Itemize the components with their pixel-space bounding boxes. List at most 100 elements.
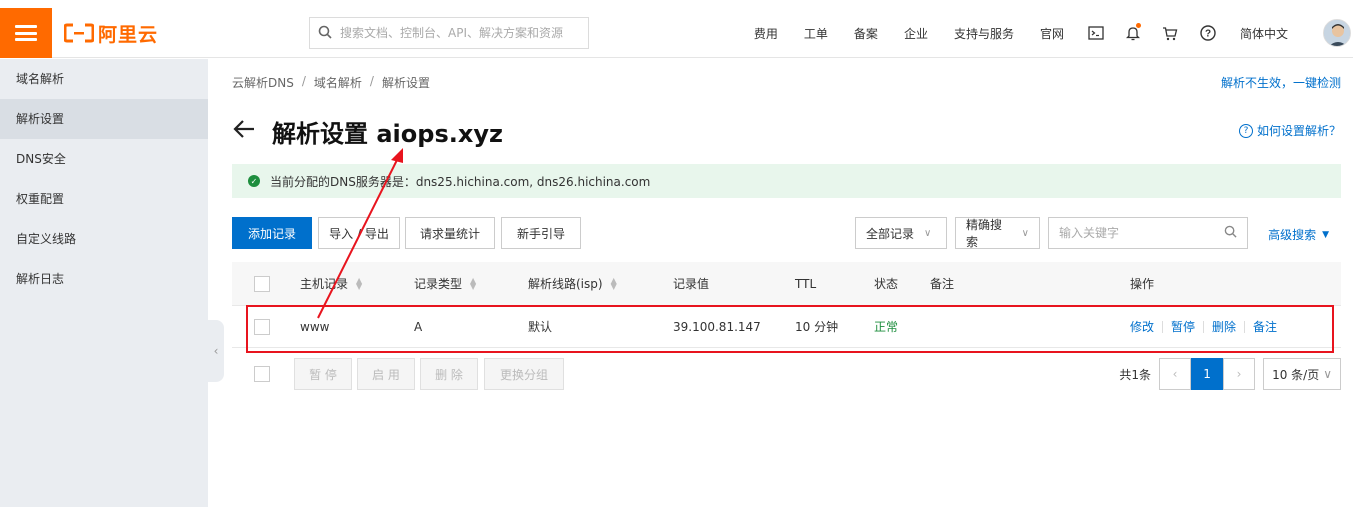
next-page-button[interactable]: › bbox=[1223, 358, 1256, 390]
language-switch[interactable]: 简体中文 bbox=[1227, 25, 1301, 42]
chevron-down-icon: ∨ bbox=[1021, 227, 1029, 239]
add-record-button[interactable]: 添加记录 bbox=[232, 217, 312, 249]
prev-page-button[interactable]: ‹ bbox=[1159, 358, 1192, 390]
aliyun-logo-icon bbox=[64, 23, 94, 43]
how-to-configure-link[interactable]: ? 如何设置解析？ bbox=[1238, 122, 1341, 139]
column-ttl: TTL bbox=[795, 276, 817, 291]
cell-status: 正常 bbox=[874, 320, 899, 334]
sidebar: 域名解析 解析设置 DNS安全 权重配置 自定义线路 解析日志 bbox=[0, 59, 208, 507]
terminal-icon[interactable] bbox=[1077, 26, 1115, 40]
row-actions: 修改 暂停 删除 备注 bbox=[1130, 306, 1277, 347]
delete-link[interactable]: 删除 bbox=[1212, 318, 1236, 335]
page-title: 解析设置 aiops.xyz bbox=[272, 120, 503, 148]
footer-select-all-checkbox[interactable] bbox=[254, 366, 270, 382]
breadcrumb-item: 解析设置 bbox=[381, 76, 430, 90]
breadcrumb-item[interactable]: 云解析DNS bbox=[232, 74, 294, 91]
column-status: 状态 bbox=[874, 277, 899, 291]
nav-icp[interactable]: 备案 bbox=[841, 25, 891, 42]
help-link-label: 如何设置解析？ bbox=[1256, 124, 1341, 138]
nav-fees[interactable]: 费用 bbox=[741, 25, 791, 42]
search-mode-select[interactable]: 精确搜索 ∨ bbox=[955, 217, 1040, 249]
column-line[interactable]: 解析线路(isp) ▲ ▼ bbox=[528, 262, 617, 305]
chevron-down-icon: ∨ bbox=[924, 227, 932, 239]
cell-host: www bbox=[300, 319, 330, 334]
page-number[interactable]: 1 bbox=[1191, 358, 1224, 390]
pagination: 共1条 ‹ 1 › 10 条/页 ∨ bbox=[1119, 358, 1341, 390]
cart-icon[interactable] bbox=[1151, 26, 1189, 41]
keyword-input[interactable] bbox=[1059, 226, 1209, 240]
search-mode-value: 精确搜索 bbox=[966, 218, 1003, 249]
sidebar-item-domain-resolution[interactable]: 域名解析 bbox=[0, 59, 208, 99]
table-row: www A 默认 39.100.81.147 10 分钟 正常 修改 暂停 删除… bbox=[232, 306, 1341, 348]
global-search-input[interactable] bbox=[340, 26, 580, 40]
batch-enable-button[interactable]: 启 用 bbox=[357, 358, 415, 390]
back-arrow-icon[interactable] bbox=[232, 118, 256, 145]
row-checkbox[interactable] bbox=[254, 318, 270, 335]
import-export-button[interactable]: 导入 / 导出 bbox=[318, 217, 400, 249]
column-host[interactable]: 主机记录 ▲ ▼ bbox=[300, 262, 362, 305]
cell-line: 默认 bbox=[528, 320, 553, 334]
sidebar-item-resolution-log[interactable]: 解析日志 bbox=[0, 259, 208, 299]
search-icon[interactable] bbox=[1224, 225, 1237, 241]
record-filter-value: 全部记录 bbox=[866, 226, 915, 241]
breadcrumb: 云解析DNS / 域名解析 / 解析设置 bbox=[232, 74, 430, 91]
note-link[interactable]: 备注 bbox=[1253, 318, 1277, 335]
notice-text: 当前分配的DNS服务器是：dns25.hichina.com, dns26.hi… bbox=[270, 174, 651, 189]
cell-value: 39.100.81.147 bbox=[673, 319, 761, 334]
global-search[interactable] bbox=[309, 17, 589, 49]
caret-down-icon: ▼ bbox=[1322, 229, 1329, 240]
menu-button[interactable] bbox=[0, 8, 52, 58]
batch-delete-button[interactable]: 删 除 bbox=[420, 358, 478, 390]
sidebar-collapse-button[interactable]: ‹ bbox=[208, 320, 224, 382]
nav-support[interactable]: 支持与服务 bbox=[941, 25, 1027, 42]
hamburger-icon bbox=[15, 25, 37, 41]
sidebar-item-resolution-settings[interactable]: 解析设置 bbox=[0, 99, 208, 139]
advanced-search-link[interactable]: 高级搜索 ▼ bbox=[1268, 226, 1329, 243]
breadcrumb-item[interactable]: 域名解析 bbox=[314, 74, 362, 91]
select-all-checkbox[interactable] bbox=[254, 275, 270, 292]
column-note: 备注 bbox=[930, 277, 955, 291]
check-circle-icon: ✓ bbox=[248, 175, 260, 187]
nav-tickets[interactable]: 工单 bbox=[791, 25, 841, 42]
toolbar: 添加记录 导入 / 导出 请求量统计 新手引导 全部记录 ∨ 精确搜索 ∨ 高级… bbox=[232, 217, 1341, 251]
nav-website[interactable]: 官网 bbox=[1027, 25, 1077, 42]
one-click-check-link[interactable]: 解析不生效，一键检测 bbox=[1221, 74, 1341, 91]
table-footer: 暂 停 启 用 删 除 更换分组 共1条 ‹ 1 › 10 条/页 ∨ bbox=[232, 358, 1341, 392]
batch-pause-button[interactable]: 暂 停 bbox=[294, 358, 352, 390]
svg-text:?: ? bbox=[1205, 29, 1211, 40]
top-bar: 阿里云 费用 工单 备案 企业 支持与服务 官网 ? 简体中文 bbox=[0, 8, 1353, 58]
search-icon bbox=[318, 25, 332, 42]
chevron-down-icon: ∨ bbox=[1323, 367, 1332, 381]
sort-icon: ▲ ▼ bbox=[610, 275, 617, 291]
beginner-guide-button[interactable]: 新手引导 bbox=[501, 217, 581, 249]
pause-link[interactable]: 暂停 bbox=[1171, 318, 1195, 335]
sort-icon: ▲ ▼ bbox=[470, 275, 477, 291]
column-type[interactable]: 记录类型 ▲ ▼ bbox=[414, 262, 476, 305]
sidebar-item-weight-config[interactable]: 权重配置 bbox=[0, 179, 208, 219]
request-stats-button[interactable]: 请求量统计 bbox=[405, 217, 495, 249]
keyword-search-field[interactable] bbox=[1048, 217, 1248, 249]
top-nav: 费用 工单 备案 企业 支持与服务 官网 ? 简体中文 bbox=[741, 8, 1301, 58]
chevron-left-icon: ‹ bbox=[213, 344, 219, 358]
notification-dot bbox=[1135, 23, 1141, 28]
record-filter-select[interactable]: 全部记录 ∨ bbox=[855, 217, 947, 249]
cell-ttl: 10 分钟 bbox=[795, 320, 839, 334]
sidebar-item-custom-lines[interactable]: 自定义线路 bbox=[0, 219, 208, 259]
edit-link[interactable]: 修改 bbox=[1130, 318, 1154, 335]
table-header: 主机记录 ▲ ▼ 记录类型 ▲ ▼ 解析线路(isp) ▲ ▼ 记录值 TTL 状态 备注 … bbox=[232, 262, 1341, 306]
title-row: 解析设置 aiops.xyz bbox=[232, 114, 503, 149]
sidebar-item-dns-security[interactable]: DNS安全 bbox=[0, 139, 208, 179]
sort-icon: ▲ ▼ bbox=[356, 275, 363, 291]
change-group-button[interactable]: 更换分组 bbox=[484, 358, 564, 390]
avatar[interactable] bbox=[1323, 19, 1351, 47]
bell-icon[interactable] bbox=[1115, 23, 1151, 41]
page-size-select[interactable]: 10 条/页 ∨ bbox=[1263, 358, 1341, 390]
column-value: 记录值 bbox=[673, 277, 710, 291]
question-icon: ? bbox=[1238, 123, 1253, 138]
help-icon[interactable]: ? bbox=[1189, 25, 1227, 41]
nav-enterprise[interactable]: 企业 bbox=[891, 25, 941, 42]
advanced-search-label: 高级搜索 bbox=[1268, 228, 1317, 242]
cell-type: A bbox=[414, 319, 423, 334]
aliyun-logo[interactable]: 阿里云 bbox=[64, 21, 158, 46]
dns-server-notice: ✓ 当前分配的DNS服务器是：dns25.hichina.com, dns26.… bbox=[232, 164, 1341, 198]
